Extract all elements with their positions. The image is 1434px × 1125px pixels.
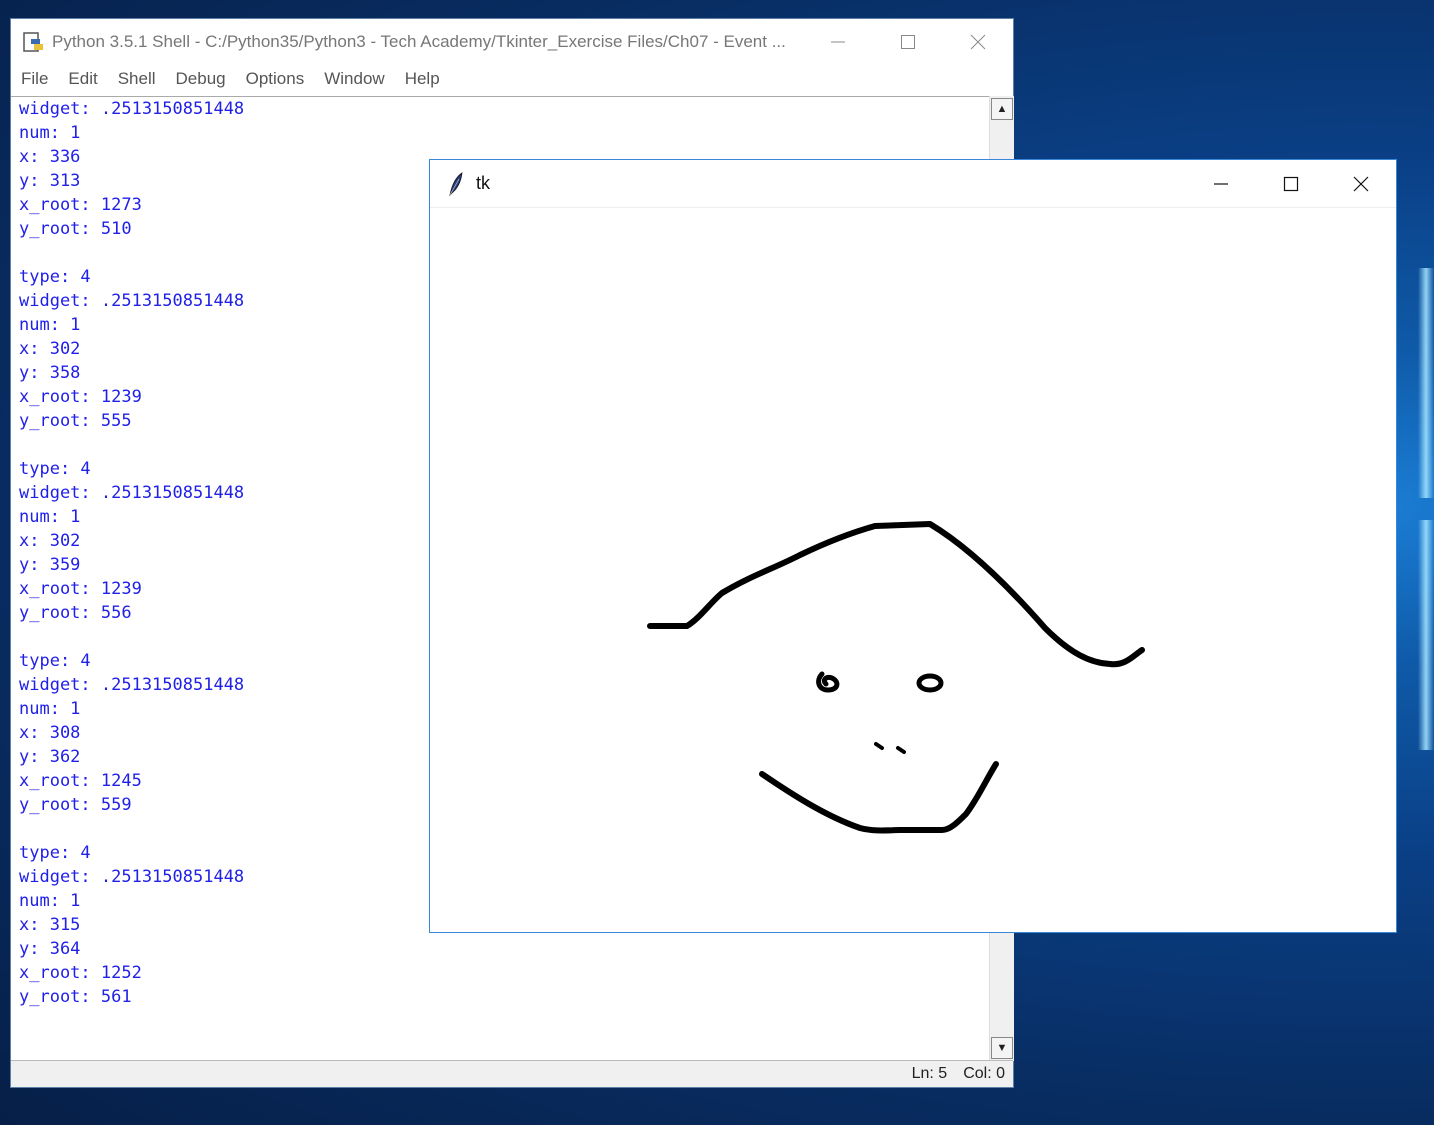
- drawing-canvas[interactable]: [430, 208, 1396, 932]
- menu-edit[interactable]: Edit: [58, 69, 107, 89]
- python-idle-icon: [23, 31, 43, 52]
- menu-debug[interactable]: Debug: [166, 69, 236, 89]
- close-button[interactable]: [943, 19, 1013, 64]
- menu-file[interactable]: File: [11, 69, 58, 89]
- tk-maximize-button[interactable]: [1256, 161, 1326, 206]
- mouth-stroke: [759, 761, 999, 834]
- scroll-down-button[interactable]: ▼: [991, 1037, 1013, 1059]
- output-line: y: 364: [19, 939, 81, 959]
- output-line: y_root: 561: [19, 987, 132, 1007]
- minimize-button[interactable]: [803, 19, 873, 64]
- scroll-up-button[interactable]: ▲: [991, 98, 1013, 120]
- menu-shell[interactable]: Shell: [108, 69, 166, 89]
- output-line: num: 1: [19, 123, 81, 143]
- status-line: Ln: 5: [911, 1065, 948, 1082]
- left-eye-stroke: [816, 671, 840, 693]
- maximize-icon: [1283, 176, 1299, 191]
- menu-window[interactable]: Window: [314, 69, 394, 89]
- close-icon: [970, 34, 986, 49]
- minimize-icon: [831, 41, 845, 42]
- arrow-up-icon: ▲: [996, 103, 1008, 115]
- right-eye-stroke: [916, 673, 944, 693]
- maximize-icon: [901, 34, 915, 49]
- tk-window: tk: [429, 159, 1397, 933]
- hat-stroke: [647, 521, 1145, 668]
- idle-titlebar[interactable]: Python 3.5.1 Shell - C:/Python35/Python3…: [11, 19, 1013, 64]
- menubar: File Edit Shell Debug Options Window Hel…: [11, 64, 1013, 94]
- tk-close-button[interactable]: [1326, 161, 1396, 206]
- close-icon: [1353, 176, 1369, 191]
- arrow-down-icon: ▼: [996, 1042, 1008, 1054]
- output-line: widget: .2513150851448: [19, 99, 245, 119]
- minimize-icon: [1214, 182, 1228, 185]
- desktop-light-beam: [1418, 268, 1434, 498]
- tk-window-title: tk: [476, 173, 491, 193]
- nose-mark-left: [874, 742, 884, 750]
- menu-help[interactable]: Help: [395, 69, 450, 89]
- menu-options[interactable]: Options: [236, 69, 315, 89]
- idle-window-title: Python 3.5.1 Shell - C:/Python35/Python3…: [52, 31, 786, 51]
- status-bar: Ln: 5 Col: 0: [11, 1060, 1013, 1087]
- maximize-button[interactable]: [873, 19, 943, 64]
- feather-icon: [449, 171, 463, 196]
- tk-titlebar[interactable]: tk: [430, 160, 1396, 208]
- nose-mark-right: [896, 746, 906, 754]
- output-line: x_root: 1252: [19, 963, 142, 983]
- desktop-light-beam: [1418, 520, 1434, 750]
- status-col: Col: 0: [963, 1065, 1005, 1082]
- tk-minimize-button[interactable]: [1186, 161, 1256, 206]
